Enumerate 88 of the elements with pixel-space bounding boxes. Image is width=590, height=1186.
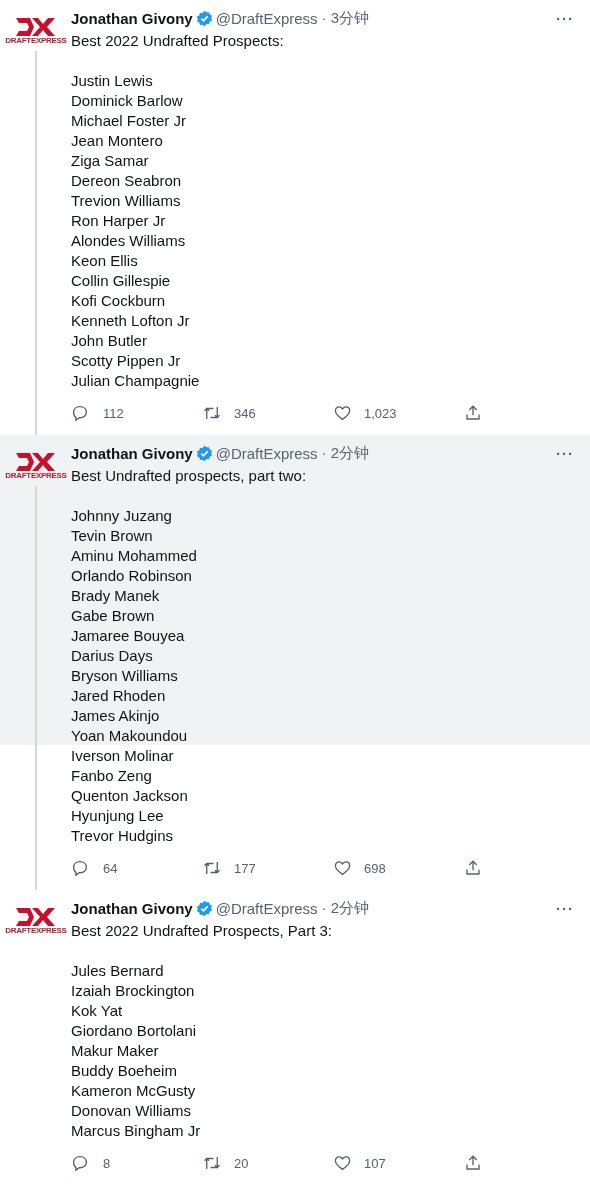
- retweet-icon[interactable]: [202, 1154, 222, 1172]
- reply-icon[interactable]: [71, 859, 89, 877]
- list-item: Johnny Juzang: [71, 506, 173, 526]
- like-count: 1,023: [364, 405, 397, 421]
- tweet-time[interactable]: · 2分钟: [321, 898, 370, 918]
- list-item: Julian Champagnie: [71, 371, 201, 391]
- more-options-icon[interactable]: ···: [556, 9, 578, 27]
- list-item: Aminu Mohammed: [71, 546, 198, 566]
- draftexpress-logo[interactable]: DRAFTEXPRESS: [5, 453, 67, 480]
- dx-logo-icon: [16, 453, 56, 471]
- heart-icon[interactable]: [333, 1154, 352, 1172]
- heart-icon[interactable]: [333, 404, 352, 422]
- tweet-card[interactable]: [0, 435, 590, 890]
- tweet-text: Best Undrafted prospects, part two:: [71, 466, 308, 486]
- list-item: Orlando Robinson: [71, 566, 193, 586]
- list-item: Michael Foster Jr: [71, 111, 188, 131]
- list-item: Gabe Brown: [71, 606, 156, 626]
- reply-icon[interactable]: [71, 1154, 89, 1172]
- list-item: Quenton Jackson: [71, 786, 189, 806]
- list-item: Jean Montero: [71, 131, 164, 151]
- list-item: Tevin Brown: [71, 526, 154, 546]
- dx-logo-icon: [16, 18, 56, 36]
- more-options-icon[interactable]: ···: [556, 444, 578, 462]
- heart-icon[interactable]: [333, 859, 352, 877]
- retweet-icon[interactable]: [202, 859, 222, 877]
- author-name[interactable]: Jonathan Givony: [71, 9, 193, 27]
- share-icon[interactable]: [464, 859, 482, 877]
- retweet-count: 346: [234, 405, 256, 421]
- logo-wordmark: DRAFTEXPRESS: [5, 471, 67, 480]
- list-item: Jules Bernard: [71, 961, 165, 981]
- share-icon[interactable]: [464, 1154, 482, 1172]
- list-item: Kameron McGusty: [71, 1081, 197, 1101]
- list-item: Collin Gillespie: [71, 271, 172, 291]
- share-icon[interactable]: [464, 404, 482, 422]
- tweet-text: Best 2022 Undrafted Prospects:: [71, 31, 285, 51]
- reply-count: 112: [103, 405, 124, 421]
- list-item: Yoan Makoundou: [71, 726, 189, 746]
- list-item: Alondes Williams: [71, 231, 187, 251]
- list-item: Jared Rhoden: [71, 686, 167, 706]
- list-item: Dereon Seabron: [71, 171, 183, 191]
- list-item: Ron Harper Jr: [71, 211, 167, 231]
- list-item: Iverson Molinar: [71, 746, 175, 766]
- like-count: 107: [364, 1155, 386, 1171]
- reply-count: 64: [103, 860, 118, 876]
- list-item: Fanbo Zeng: [71, 766, 153, 786]
- list-item: Makur Maker: [71, 1041, 160, 1061]
- retweet-icon[interactable]: [202, 404, 222, 422]
- list-item: Scotty Pippen Jr: [71, 351, 182, 371]
- list-item: Marcus Bingham Jr: [71, 1121, 202, 1141]
- author-handle[interactable]: @DraftExpress: [215, 9, 318, 27]
- list-item: Brady Manek: [71, 586, 161, 606]
- author-handle[interactable]: @DraftExpress: [215, 444, 318, 462]
- list-item: Izaiah Brockington: [71, 981, 196, 1001]
- dx-logo-icon: [16, 908, 56, 926]
- list-item: Darius Days: [71, 646, 154, 666]
- tweet-time[interactable]: · 3分钟: [321, 8, 370, 28]
- list-item: Buddy Boeheim: [71, 1061, 178, 1081]
- author-handle[interactable]: @DraftExpress: [215, 899, 318, 917]
- logo-wordmark: DRAFTEXPRESS: [5, 926, 67, 935]
- logo-wordmark: DRAFTEXPRESS: [5, 36, 67, 45]
- reply-icon[interactable]: [71, 404, 89, 422]
- like-count: 698: [364, 860, 386, 876]
- list-item: John Butler: [71, 331, 148, 351]
- list-item: Bryson Williams: [71, 666, 179, 686]
- list-item: Trevor Hudgins: [71, 826, 174, 846]
- tweet-time[interactable]: · 2分钟: [321, 443, 370, 463]
- list-item: Dominick Barlow: [71, 91, 184, 111]
- list-item: Justin Lewis: [71, 71, 154, 91]
- list-item: James Akinjo: [71, 706, 161, 726]
- author-name[interactable]: Jonathan Givony: [71, 444, 193, 462]
- list-item: Hyunjung Lee: [71, 806, 165, 826]
- list-item: Giordano Bortolani: [71, 1021, 198, 1041]
- list-item: Donovan Williams: [71, 1101, 193, 1121]
- list-item: Jamaree Bouyea: [71, 626, 186, 646]
- list-item: Kenneth Lofton Jr: [71, 311, 191, 331]
- list-item: Kofi Cockburn: [71, 291, 167, 311]
- list-item: Keon Ellis: [71, 251, 139, 271]
- draftexpress-logo[interactable]: DRAFTEXPRESS: [5, 908, 67, 935]
- list-item: Trevion Williams: [71, 191, 182, 211]
- more-options-icon[interactable]: ···: [556, 899, 578, 917]
- tweet-text: Best 2022 Undrafted Prospects, Part 3:: [71, 921, 333, 941]
- retweet-count: 20: [234, 1155, 249, 1171]
- list-item: Ziga Samar: [71, 151, 150, 171]
- reply-count: 8: [103, 1155, 111, 1171]
- draftexpress-logo[interactable]: DRAFTEXPRESS: [5, 18, 67, 45]
- list-item: Kok Yat: [71, 1001, 124, 1021]
- retweet-count: 177: [234, 860, 256, 876]
- author-name[interactable]: Jonathan Givony: [71, 899, 193, 917]
